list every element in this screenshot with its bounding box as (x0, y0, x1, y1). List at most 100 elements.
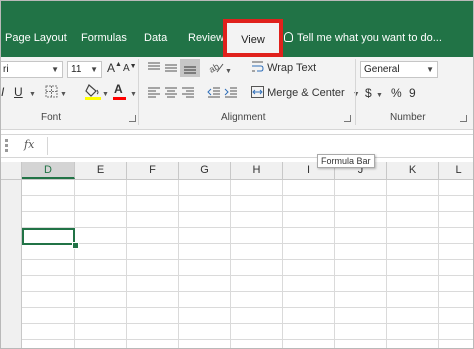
alignment-dialog-launcher[interactable] (344, 115, 351, 122)
column-header-row: D E F G H I J K L (1, 162, 473, 180)
chevron-down-icon: ▼ (90, 65, 98, 74)
bottom-align-button[interactable] (180, 59, 200, 77)
align-center-icon (165, 87, 177, 98)
svg-text:ab: ab (208, 61, 221, 74)
column-header-g[interactable]: G (179, 162, 231, 179)
accounting-format-dropdown[interactable]: ▼ (376, 88, 383, 100)
tell-me-search[interactable]: Tell me what you want to do... (284, 32, 442, 44)
chevron-down-icon: ▼ (130, 91, 137, 98)
column-header-d[interactable]: D (22, 162, 75, 179)
fill-color-button[interactable] (85, 82, 101, 103)
excel-window: Page Layout Formulas Data Review View Te… (0, 0, 474, 349)
align-top-icon (148, 62, 160, 70)
column-header-k[interactable]: K (387, 162, 439, 179)
font-size-combo[interactable]: 11 ▼ (67, 61, 102, 78)
row-header-strip (1, 180, 22, 348)
tab-data[interactable]: Data (144, 32, 167, 44)
borders-button[interactable] (45, 85, 58, 101)
comma-style-button[interactable]: 9 (409, 86, 416, 100)
tab-formulas[interactable]: Formulas (81, 32, 127, 44)
font-color-swatch (113, 97, 126, 100)
grow-font-icon: A (107, 61, 116, 75)
align-right-button[interactable] (181, 87, 195, 102)
orientation-button[interactable]: ab (207, 60, 224, 77)
column-header-f[interactable]: F (127, 162, 179, 179)
font-size-value: 11 (71, 64, 82, 75)
column-header-h[interactable]: H (231, 162, 283, 179)
formula-input[interactable] (49, 135, 473, 157)
borders-icon (45, 85, 58, 98)
tab-review[interactable]: Review (188, 32, 224, 44)
number-dialog-launcher[interactable] (460, 115, 467, 122)
middle-align-button[interactable] (164, 62, 178, 77)
text-orientation-icon: ab (207, 61, 224, 75)
italic-icon: I (1, 85, 5, 99)
font-color-dropdown[interactable]: ▼ (130, 87, 137, 99)
merge-center-label: Merge & Center (267, 87, 345, 99)
shrink-font-button[interactable]: A▼ (123, 63, 137, 74)
chevron-down-icon: ▼ (29, 91, 36, 98)
number-format-value: General (364, 64, 400, 75)
increase-indent-icon (224, 87, 237, 98)
percent-icon: % (391, 86, 402, 100)
chevron-down-icon: ▼ (352, 91, 360, 98)
font-color-button[interactable]: A (113, 82, 126, 100)
chevron-down-icon: ▼ (225, 68, 232, 75)
decrease-indent-icon (207, 87, 220, 98)
underline-dropdown[interactable]: ▼ (29, 87, 36, 99)
align-right-icon (182, 87, 194, 98)
column-header-l[interactable]: L (439, 162, 473, 179)
align-middle-icon (165, 64, 177, 72)
increase-indent-button[interactable] (224, 87, 238, 102)
borders-dropdown[interactable]: ▼ (60, 87, 67, 99)
merge-center-icon (251, 86, 264, 98)
ribbon-tab-bar: Page Layout Formulas Data Review View Te… (1, 1, 473, 57)
align-left-icon (148, 87, 160, 98)
formula-bar-divider (47, 137, 48, 155)
font-group-label: Font (41, 112, 62, 123)
tab-page-layout[interactable]: Page Layout (5, 32, 67, 44)
underline-icon: U (14, 85, 23, 99)
align-bottom-icon (184, 66, 196, 74)
dollar-icon: $ (365, 86, 372, 100)
ribbon: ri ▼ 11 ▼ A▲ A▼ I U ▼ ▼ ▼ A ▼ Font ab ▼ … (1, 57, 473, 130)
group-separator (355, 59, 356, 125)
wrap-text-button[interactable]: Wrap Text (251, 61, 316, 74)
name-box-handle-icon[interactable] (5, 144, 8, 147)
view-tab-highlight-box (223, 19, 283, 57)
fill-color-dropdown[interactable]: ▼ (102, 87, 109, 99)
align-left-button[interactable] (147, 87, 161, 102)
wrap-text-icon (252, 61, 264, 72)
lightbulb-icon (284, 32, 293, 42)
fill-handle[interactable] (72, 242, 79, 249)
number-format-combo[interactable]: General ▼ (360, 61, 438, 78)
chevron-down-icon: ▼ (51, 65, 59, 74)
top-align-button[interactable] (147, 62, 161, 77)
comma-style-icon: 9 (409, 86, 416, 100)
wrap-text-label: Wrap Text (267, 62, 317, 74)
column-header-e[interactable]: E (75, 162, 127, 179)
paint-bucket-icon (85, 84, 101, 100)
insert-function-button[interactable]: fx (24, 138, 34, 151)
align-center-button[interactable] (164, 87, 178, 102)
chevron-down-icon: ▼ (426, 65, 434, 74)
group-separator (138, 59, 139, 125)
grow-font-button[interactable]: A▲ (107, 61, 122, 75)
underline-button[interactable]: U (14, 85, 23, 99)
font-dialog-launcher[interactable] (129, 115, 136, 122)
number-group-label: Number (390, 112, 426, 123)
chevron-down-icon: ▼ (102, 91, 109, 98)
orientation-dropdown[interactable]: ▼ (225, 64, 232, 76)
percent-style-button[interactable]: % (391, 86, 402, 100)
cell-grid[interactable] (22, 180, 473, 348)
decrease-indent-button[interactable] (207, 87, 221, 102)
italic-button[interactable]: I (1, 85, 4, 99)
font-name-combo[interactable]: ri ▼ (1, 61, 63, 78)
accounting-format-button[interactable]: $ (365, 86, 372, 100)
chevron-down-icon: ▼ (376, 92, 383, 99)
font-color-icon: A (114, 82, 123, 96)
select-all-corner[interactable] (1, 162, 22, 179)
alignment-group-label: Alignment (221, 112, 266, 123)
active-cell[interactable] (22, 228, 75, 245)
merge-center-button[interactable]: Merge & Center ▼ (251, 86, 360, 99)
